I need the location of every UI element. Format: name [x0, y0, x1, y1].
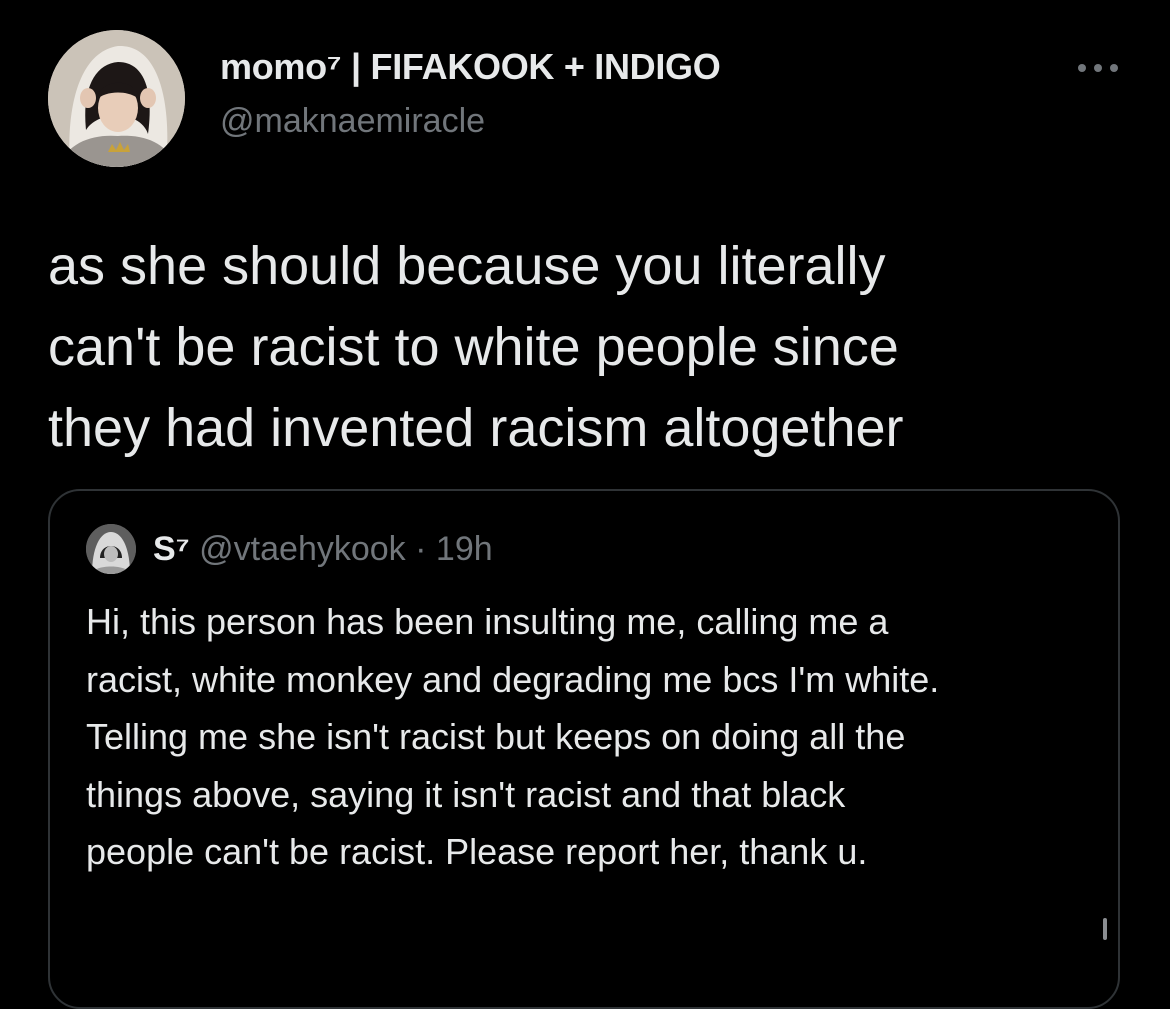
quoted-tweet-text: Hi, this person has been insulting me, c…	[86, 593, 1106, 881]
quoted-tweet-card[interactable]: S⁷ @vtaehykook · 19h Hi, this person has…	[48, 489, 1120, 1009]
author-handle[interactable]: @maknaemiracle	[220, 102, 485, 141]
author-display-name[interactable]: momo⁷ | FIFAKOOK + INDIGO	[220, 46, 721, 88]
quoted-text-line: Telling me she isn't racist but keeps on…	[86, 716, 906, 757]
quoted-text-line: racist, white monkey and degrading me bc…	[86, 658, 940, 700]
author-avatar[interactable]	[48, 30, 185, 167]
quoted-text-line: Hi, this person has been insulting me, c…	[86, 601, 889, 642]
tweet-text-line: can't be racist to white people since	[48, 317, 899, 377]
more-horizontal-icon[interactable]	[1074, 58, 1122, 78]
tweet-text-line: as she should because you literally	[48, 236, 886, 296]
quoted-tweet-timestamp[interactable]: 19h	[436, 530, 493, 568]
avatar-image	[48, 30, 185, 167]
quoted-avatar-image	[86, 524, 136, 574]
quoted-author-name[interactable]: S⁷	[153, 530, 190, 568]
quoted-tweet-header: S⁷ @vtaehykook · 19h	[153, 530, 493, 569]
quoted-author-avatar[interactable]	[86, 524, 136, 574]
quoted-author-handle[interactable]: @vtaehykook	[199, 530, 406, 568]
quoted-text-line: things above, saying it isn't racist and…	[86, 773, 846, 815]
scrollbar-thumb[interactable]	[1103, 918, 1107, 940]
tweet-text: as she should because you literally can'…	[48, 226, 1138, 469]
header-separator: ·	[415, 530, 427, 568]
tweet-text-line: they had invented racism altogether	[48, 398, 904, 458]
quoted-text-line: people can't be racist. Please report he…	[86, 831, 868, 872]
